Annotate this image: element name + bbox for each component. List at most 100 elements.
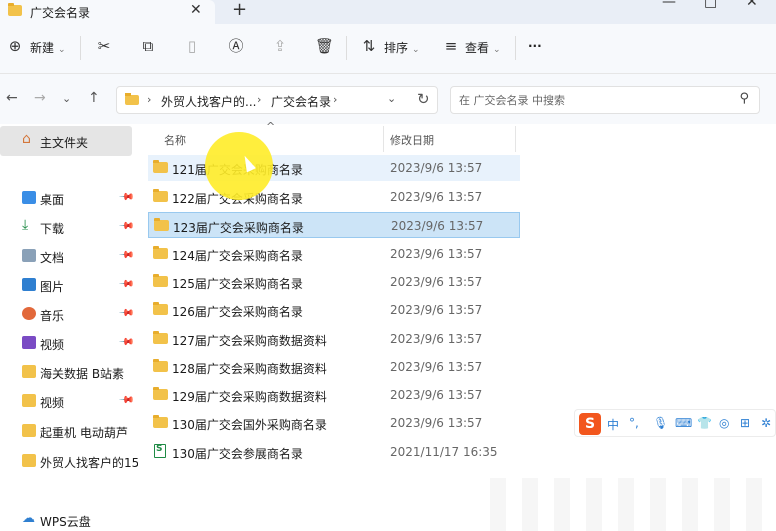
sidebar-item-label: 视频 <box>40 396 65 410</box>
forward-icon[interactable]: → <box>34 90 46 106</box>
folder-icon <box>154 218 169 231</box>
separator <box>515 36 516 60</box>
separator <box>346 36 347 60</box>
title-bar: 广交会名录 ✕ + — □ ✕ <box>0 0 776 24</box>
sogou-logo-icon[interactable]: S <box>579 413 601 435</box>
share-icon[interactable]: ⇪ <box>271 37 289 55</box>
sidebar-item-label: 文档 <box>40 251 65 265</box>
ime-toolbar[interactable]: S 中 °, 🎙 ⌨ 👕 ◎ ⊞ ✲ <box>574 409 776 437</box>
new-tab-icon[interactable]: + <box>232 0 247 20</box>
breadcrumb-parent[interactable]: 外贸人找客户的... <box>161 93 256 110</box>
file-row[interactable]: 121届广交会采购商名录 2023/9/6 13:57 <box>148 155 520 181</box>
file-row[interactable]: 124届广交会采购商名录 2023/9/6 13:57 <box>148 241 520 267</box>
ime-punctuation-toggle[interactable]: °, <box>629 416 639 430</box>
search-icon[interactable]: ⚲ <box>739 91 749 106</box>
folder-icon <box>153 274 168 287</box>
microphone-icon[interactable]: 🎙 <box>653 416 668 430</box>
column-divider[interactable] <box>515 126 516 152</box>
recent-locations-icon[interactable]: ⌄ <box>62 92 71 105</box>
folder-icon <box>153 359 168 372</box>
file-row[interactable]: 130届广交会参展商名录 2021/11/17 16:35 <box>148 439 520 465</box>
folder-icon <box>153 302 168 315</box>
view-button[interactable]: 查看 ⌄ <box>465 39 501 56</box>
folder-icon <box>22 394 36 407</box>
assistant-icon[interactable]: ◎ <box>719 416 729 430</box>
sidebar-item-folder[interactable]: 海关数据 B站素 <box>0 360 138 386</box>
copy-icon[interactable]: ⧉ <box>139 37 157 55</box>
file-name: 129届广交会采购商数据资料 <box>172 390 327 404</box>
up-icon[interactable]: ↑ <box>88 90 100 106</box>
sort-icon: ⇅ <box>362 37 376 55</box>
file-row[interactable]: 126届广交会采购商名录 2023/9/6 13:57 <box>148 297 520 323</box>
breadcrumb-separator: › <box>333 93 338 106</box>
search-input[interactable] <box>459 91 729 109</box>
sidebar-item-wps-cloud[interactable]: ☁ WPS云盘 <box>0 508 138 531</box>
new-button[interactable]: 新建 ⌄ <box>30 39 66 56</box>
new-icon: ⊕ <box>8 37 22 55</box>
folder-icon <box>22 454 36 467</box>
sort-button[interactable]: 排序 ⌄ <box>384 39 420 56</box>
file-row[interactable]: 127届广交会采购商数据资料 2023/9/6 13:57 <box>148 326 520 352</box>
sort-ascending-icon: ^ <box>266 120 276 133</box>
address-dropdown-icon[interactable]: ⌄ <box>387 92 396 105</box>
sidebar-item-documents[interactable]: 文档 📌 <box>0 244 138 270</box>
rename-icon[interactable]: Ⓐ <box>227 37 245 55</box>
file-name: 124届广交会采购商名录 <box>172 249 303 263</box>
sidebar-item-folder[interactable]: 外贸人找客户的15 <box>0 449 139 475</box>
refresh-icon[interactable]: ↻ <box>417 90 430 108</box>
file-date: 2023/9/6 13:57 <box>390 388 483 402</box>
file-date: 2023/9/6 13:57 <box>390 360 483 374</box>
sidebar-item-folder[interactable]: 起重机 电动葫芦 <box>0 419 138 445</box>
sort-label: 排序 <box>384 41 409 55</box>
file-row-selected[interactable]: 123届广交会采购商名录 2023/9/6 13:57 <box>148 212 520 238</box>
ime-language-toggle[interactable]: 中 <box>607 416 619 433</box>
sidebar-item-folder[interactable]: 视频 📌 <box>0 389 138 415</box>
maximize-icon[interactable]: □ <box>704 0 717 10</box>
sidebar-item-desktop[interactable]: 桌面 📌 <box>0 186 138 212</box>
paste-icon[interactable]: ▯ <box>183 37 201 55</box>
file-row[interactable]: 130届广交会国外采购商名录 2023/9/6 13:57 <box>148 410 520 436</box>
more-button[interactable]: ··· <box>528 39 542 53</box>
close-tab-icon[interactable]: ✕ <box>190 2 202 18</box>
sidebar-item-music[interactable]: 音乐 📌 <box>0 302 138 328</box>
delete-icon[interactable]: 🗑 <box>315 37 334 55</box>
sidebar-item-label: 视频 <box>40 338 65 352</box>
file-name: 128届广交会采购商数据资料 <box>172 362 327 376</box>
folder-icon <box>153 246 168 259</box>
back-icon[interactable]: ← <box>6 90 18 106</box>
column-header-name[interactable]: 名称 <box>164 132 186 148</box>
sidebar-item-pictures[interactable]: 图片 📌 <box>0 273 138 299</box>
file-name: 127届广交会采购商数据资料 <box>172 334 327 348</box>
toolbox-icon[interactable]: ⊞ <box>740 416 750 430</box>
skin-icon[interactable]: 👕 <box>697 416 712 430</box>
column-divider[interactable] <box>383 126 384 152</box>
pin-icon: 📌 <box>117 276 135 293</box>
pin-icon: 📌 <box>117 218 135 235</box>
settings-icon[interactable]: ✲ <box>761 416 771 430</box>
search-box[interactable]: ⚲ <box>450 86 760 114</box>
minimize-icon[interactable]: — <box>662 0 676 10</box>
address-bar[interactable]: › 外贸人找客户的... › 广交会名录 › ⌄ ↻ <box>116 86 438 114</box>
music-icon <box>22 307 36 320</box>
pin-icon: 📌 <box>117 334 135 351</box>
breadcrumb-current[interactable]: 广交会名录 <box>271 93 331 110</box>
sidebar-item-home[interactable]: ⌂ 主文件夹 <box>0 126 132 156</box>
tab-current[interactable]: 广交会名录 ✕ <box>0 0 215 24</box>
folder-icon <box>125 93 139 105</box>
close-window-icon[interactable]: ✕ <box>746 0 758 10</box>
keyboard-icon[interactable]: ⌨ <box>675 416 692 430</box>
separator <box>80 36 81 60</box>
new-label: 新建 <box>30 41 55 55</box>
file-row[interactable]: 125届广交会采购商名录 2023/9/6 13:57 <box>148 269 520 295</box>
file-date: 2023/9/6 13:57 <box>390 190 483 204</box>
cut-icon[interactable]: ✂ <box>95 37 113 55</box>
column-header-date[interactable]: 修改日期 <box>390 132 434 148</box>
file-date: 2023/9/6 13:57 <box>390 161 483 175</box>
folder-icon <box>8 3 22 16</box>
sidebar-item-videos[interactable]: 视频 📌 <box>0 331 138 357</box>
file-row[interactable]: 122届广交会采购商名录 2023/9/6 13:57 <box>148 184 520 210</box>
file-row[interactable]: 129届广交会采购商数据资料 2023/9/6 13:57 <box>148 382 520 408</box>
file-row[interactable]: 128届广交会采购商数据资料 2023/9/6 13:57 <box>148 354 520 380</box>
document-icon <box>22 249 36 262</box>
sidebar-item-downloads[interactable]: ⤓ 下载 📌 <box>0 215 138 241</box>
